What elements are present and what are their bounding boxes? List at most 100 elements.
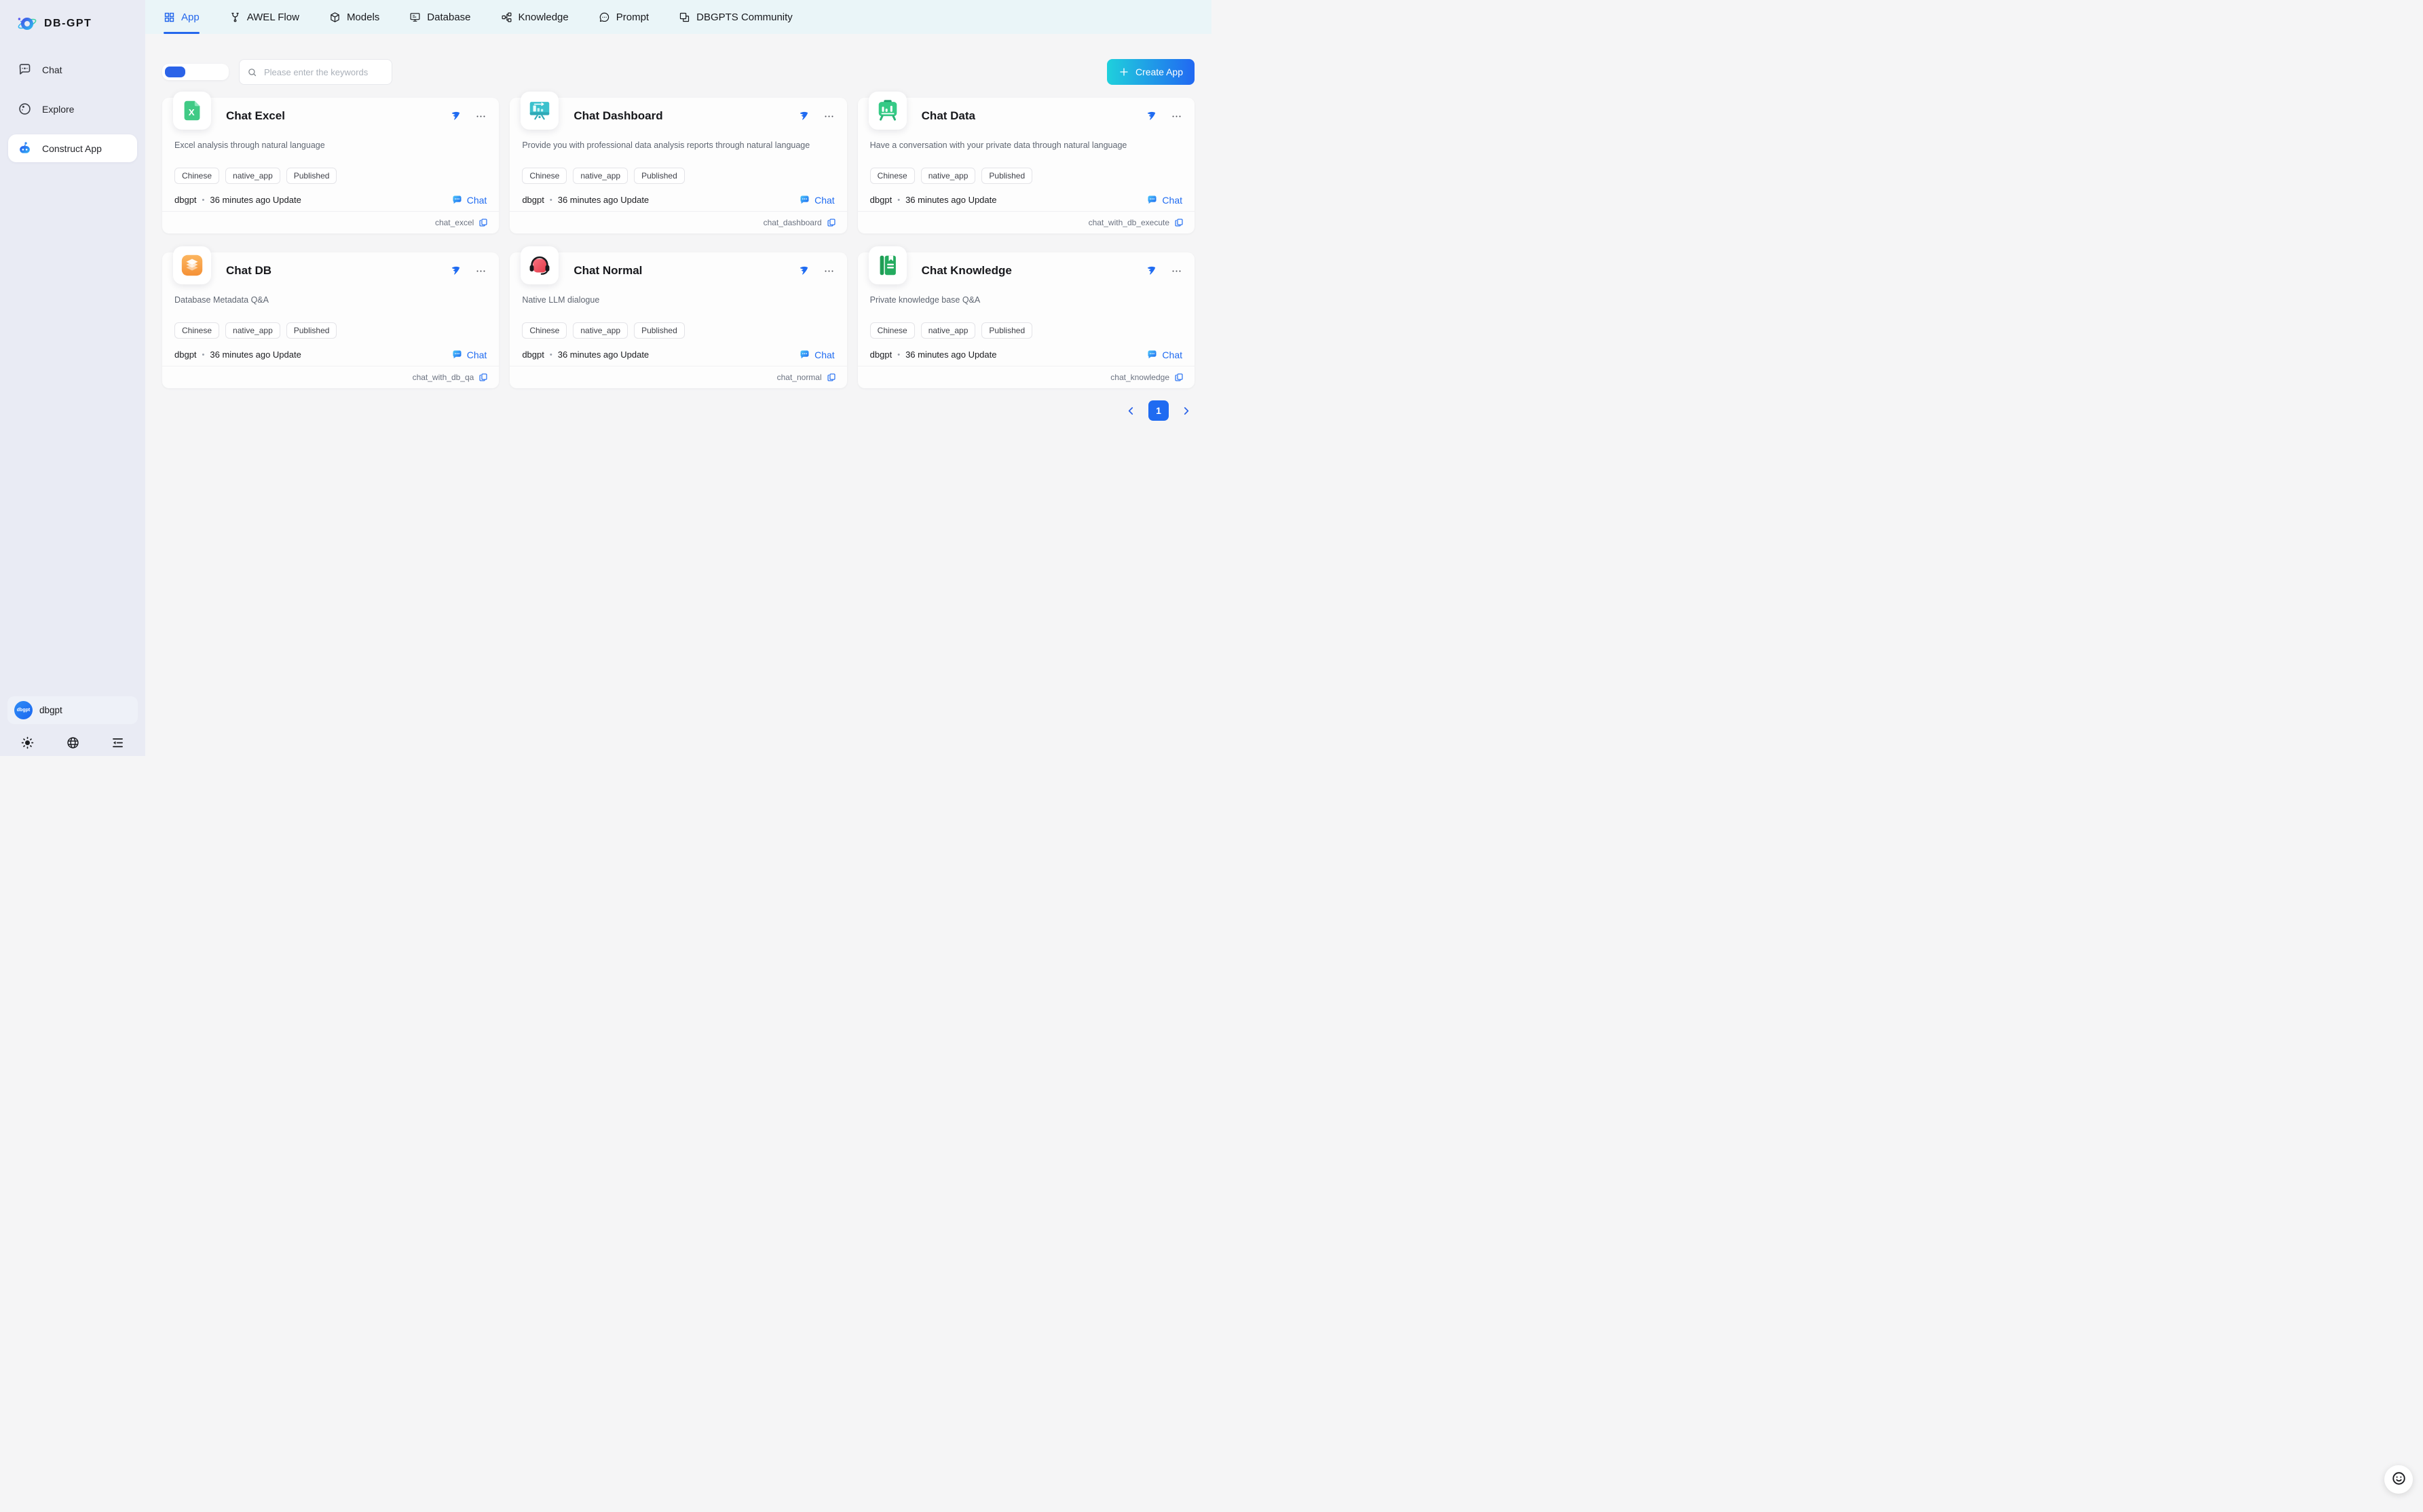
app-icon-tile (521, 92, 559, 130)
app-tag: native_app (573, 168, 628, 184)
logo-text: DB-GPT (44, 18, 92, 30)
user-profile[interactable]: dbgpt dbgpt (7, 696, 138, 724)
nav-tab-label: AWEL Flow (247, 12, 299, 23)
dingtalk-share-icon[interactable] (449, 111, 461, 122)
language-toggle-button[interactable] (66, 736, 80, 750)
search-box[interactable] (239, 59, 392, 85)
theme-toggle-button[interactable] (20, 736, 35, 750)
copy-icon[interactable] (827, 373, 836, 382)
app-card-chat-excel[interactable]: X Chat Excel Excel analysis through natu… (162, 98, 499, 233)
sidebar-item-chat[interactable]: Chat (8, 56, 137, 83)
filter-all-apps[interactable] (165, 67, 185, 77)
app-card-chat-dashboard[interactable]: Chat Dashboard Provide you with professi… (510, 98, 846, 233)
sidebar-item-label: Chat (42, 64, 62, 75)
app-card-chat-knowledge[interactable]: Chat Knowledge Private knowledge base Q&… (858, 252, 1195, 388)
chat-button-label: Chat (1162, 195, 1182, 206)
ellipsis-icon[interactable] (823, 111, 835, 122)
nav-tab-label: App (181, 12, 200, 23)
ellipsis-icon[interactable] (475, 111, 487, 122)
copy-icon[interactable] (1174, 373, 1184, 382)
sun-icon (20, 742, 35, 752)
chat-button[interactable]: Chat (799, 349, 835, 360)
app-tag: Chinese (870, 168, 915, 184)
app-tag: native_app (225, 168, 280, 184)
app-icon-tile (173, 246, 211, 284)
ellipsis-icon[interactable] (1171, 265, 1182, 277)
avatar: dbgpt (14, 701, 33, 719)
meta-separator: • (202, 196, 205, 204)
plus-icon (1119, 67, 1129, 77)
filter-unpublished[interactable] (206, 67, 226, 77)
app-card-chat-normal[interactable]: Chat Normal Native LLM dialogue Chinesen… (510, 252, 846, 388)
chat-button[interactable]: Chat (1146, 194, 1182, 206)
filter-published[interactable] (185, 67, 206, 77)
dingtalk-share-icon[interactable] (1145, 111, 1157, 122)
app-slug: chat_dashboard (764, 218, 822, 227)
app-title: Chat DB (226, 264, 271, 278)
toolbar: Create App (162, 59, 1195, 85)
card-meta: dbgpt • 36 minutes ago Update Chat (174, 194, 487, 206)
copy-icon[interactable] (478, 218, 488, 227)
tab-knowledge[interactable]: Knowledge (501, 0, 569, 34)
collapse-sidebar-icon (111, 742, 125, 752)
prompt-icon (599, 12, 610, 23)
app-author: dbgpt (174, 195, 197, 205)
copy-icon[interactable] (478, 373, 488, 382)
tab-app[interactable]: App (164, 0, 200, 34)
tab-awel-flow[interactable]: AWEL Flow (229, 0, 299, 34)
app-slug: chat_with_db_execute (1089, 218, 1169, 227)
ellipsis-icon[interactable] (823, 265, 835, 277)
card-header: Chat Excel (174, 98, 487, 123)
dingtalk-share-icon[interactable] (797, 265, 809, 277)
copy-icon[interactable] (827, 218, 836, 227)
ellipsis-icon[interactable] (475, 265, 487, 277)
tab-dbgpts-community[interactable]: DBGPTS Community (679, 0, 793, 34)
page-number-button[interactable]: 1 (1148, 400, 1169, 421)
app-title: Chat Data (922, 109, 975, 123)
chat-bubble-gradient-icon (1146, 194, 1158, 206)
chat-button[interactable]: Chat (451, 349, 487, 360)
chat-button[interactable]: Chat (799, 194, 835, 206)
chat-button[interactable]: Chat (451, 194, 487, 206)
app-logo[interactable]: DB-GPT (0, 0, 145, 34)
ellipsis-icon[interactable] (1171, 111, 1182, 122)
card-footer: chat_with_db_qa (162, 366, 499, 388)
previous-page-button[interactable] (1125, 405, 1137, 417)
tag-list: Chinesenative_appPublished (174, 168, 487, 184)
dingtalk-share-icon[interactable] (449, 265, 461, 277)
dingtalk-share-icon[interactable] (797, 111, 809, 122)
book-icon (875, 252, 901, 278)
sidebar-item-explore[interactable]: Explore (8, 95, 137, 123)
app-tag: native_app (573, 322, 628, 339)
tab-models[interactable]: Models (329, 0, 379, 34)
collapse-sidebar-button[interactable] (111, 736, 125, 750)
app-card-chat-data[interactable]: Chat Data Have a conversation with your … (858, 98, 1195, 233)
tab-database[interactable]: Database (409, 0, 470, 34)
dingtalk-share-icon[interactable] (1145, 265, 1157, 277)
sidebar-item-label: Construct App (42, 143, 102, 154)
create-app-label: Create App (1135, 67, 1183, 77)
smiley-icon (2391, 1471, 2407, 1488)
app-slug: chat_with_db_qa (413, 373, 474, 382)
app-title: Chat Dashboard (574, 109, 662, 123)
dashboard-board-icon (527, 98, 552, 124)
copy-icon[interactable] (1174, 218, 1184, 227)
sidebar-item-construct-app[interactable]: Construct App (8, 134, 137, 162)
app-tag: Chinese (870, 322, 915, 339)
chat-button[interactable]: Chat (1146, 349, 1182, 360)
tab-prompt[interactable]: Prompt (599, 0, 649, 34)
headset-icon (527, 252, 552, 278)
chevron-right-icon (1180, 409, 1192, 419)
community-icon (679, 12, 690, 23)
card-header: Chat Normal (522, 252, 834, 278)
app-tag: native_app (921, 168, 976, 184)
create-app-button[interactable]: Create App (1107, 59, 1195, 85)
next-page-button[interactable] (1180, 405, 1192, 417)
app-updated: 36 minutes ago Update (905, 349, 996, 360)
feedback-fab[interactable] (2384, 1465, 2413, 1494)
search-input[interactable] (263, 67, 384, 78)
avatar-text: dbgpt (17, 708, 30, 713)
app-card-chat-db[interactable]: Chat DB Database Metadata Q&A Chinesenat… (162, 252, 499, 388)
sidebar-menu: Chat Explore Construct App (0, 56, 145, 174)
card-meta: dbgpt • 36 minutes ago Update Chat (522, 349, 834, 360)
